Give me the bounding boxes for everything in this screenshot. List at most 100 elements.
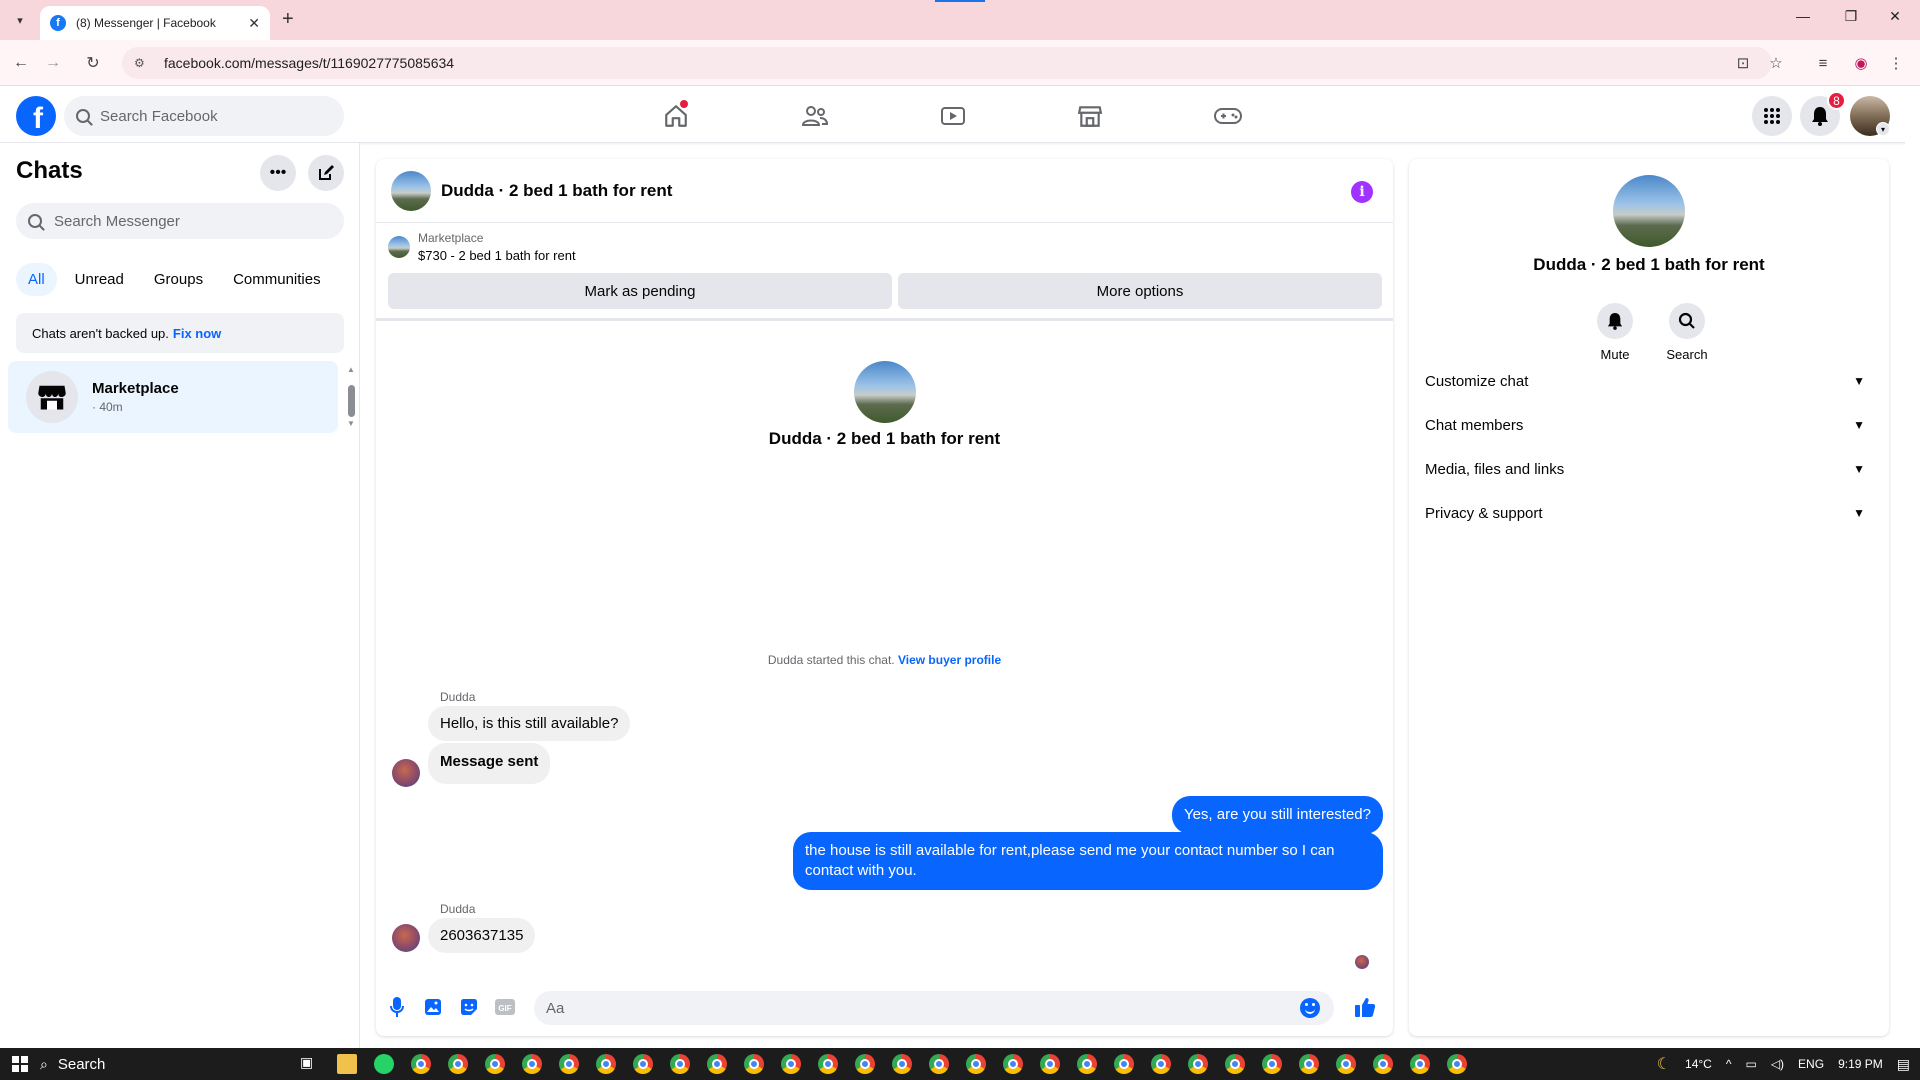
messenger-search-input[interactable]: Search Messenger (16, 203, 344, 239)
url-bar[interactable]: ⚙ facebook.com/messages/t/11690277750856… (122, 47, 1772, 79)
sender-avatar[interactable] (392, 924, 420, 952)
nav-home-icon[interactable] (656, 96, 696, 136)
apps-menu-icon[interactable] (1752, 96, 1792, 136)
weather-temp[interactable]: 14°C (1685, 1057, 1712, 1071)
new-tab-icon[interactable]: + (282, 8, 294, 31)
tab-all[interactable]: All (16, 263, 57, 296)
conversation-avatar[interactable] (391, 170, 431, 211)
facebook-logo-icon[interactable]: f (16, 96, 56, 136)
chrome-icon[interactable] (1188, 1054, 1208, 1074)
chrome-icon[interactable] (485, 1054, 505, 1074)
forward-icon[interactable]: → (40, 50, 66, 76)
chrome-icon[interactable] (892, 1054, 912, 1074)
chat-list-item-marketplace[interactable]: Marketplace · 40m (8, 361, 338, 433)
scroll-up-icon[interactable]: ▲ (347, 365, 355, 374)
taskbar-search[interactable]: ⌕ Search (40, 1048, 105, 1080)
nav-watch-icon[interactable] (933, 96, 973, 136)
bookmark-star-icon[interactable]: ☆ (1765, 52, 1787, 74)
message-input[interactable]: Aa (534, 991, 1334, 1025)
conversation-title[interactable]: Dudda · 2 bed 1 bath for rent (441, 181, 672, 201)
chrome-icon[interactable] (596, 1054, 616, 1074)
whatsapp-icon[interactable] (374, 1054, 394, 1074)
chrome-icon[interactable] (1373, 1054, 1393, 1074)
chrome-icon[interactable] (1336, 1054, 1356, 1074)
chrome-icon[interactable] (1410, 1054, 1430, 1074)
tray-overflow-icon[interactable]: ^ (1726, 1057, 1732, 1071)
chrome-icon[interactable] (744, 1054, 764, 1074)
mute-button[interactable]: Mute (1585, 303, 1645, 362)
close-tab-icon[interactable]: ✕ (248, 15, 260, 32)
back-icon[interactable]: ← (8, 50, 34, 76)
restore-icon[interactable]: ❐ (1836, 8, 1866, 25)
customize-chat-section[interactable]: Customize chat ▼ (1417, 359, 1881, 403)
mark-as-pending-button[interactable]: Mark as pending (388, 273, 892, 309)
chrome-icon[interactable] (633, 1054, 653, 1074)
facebook-search-input[interactable]: Search Facebook (64, 96, 344, 136)
notifications-bell-icon[interactable]: 8 (1800, 91, 1846, 136)
file-explorer-icon[interactable] (337, 1054, 357, 1074)
task-view-icon[interactable]: ▣ (300, 1054, 320, 1074)
network-icon[interactable]: ▭ (1745, 1057, 1756, 1071)
volume-icon[interactable]: ◁) (1771, 1057, 1784, 1071)
browser-menu-icon[interactable]: ⋮ (1885, 52, 1907, 74)
incoming-message[interactable]: Hello, is this still available? (428, 706, 631, 741)
tab-communities[interactable]: Communities (221, 263, 333, 296)
listing-info[interactable]: Marketplace $730 - 2 bed 1 bath for rent (388, 231, 576, 263)
chrome-icon[interactable] (966, 1054, 986, 1074)
incoming-message[interactable]: Message sent (428, 743, 551, 784)
install-app-icon[interactable]: ⊡ (1732, 52, 1754, 74)
chat-list-scrollbar[interactable]: ▲ ▼ (345, 365, 357, 429)
chrome-icon[interactable] (1040, 1054, 1060, 1074)
more-options-button[interactable]: More options (898, 273, 1382, 309)
chrome-icon[interactable] (1225, 1054, 1245, 1074)
tab-groups[interactable]: Groups (142, 263, 215, 296)
profile-icon[interactable]: ◉ (1850, 52, 1872, 74)
minimize-icon[interactable]: — (1788, 8, 1818, 24)
thumbs-up-icon[interactable] (1352, 994, 1378, 1020)
media-files-links-section[interactable]: Media, files and links ▼ (1417, 447, 1881, 491)
chrome-icon[interactable] (1151, 1054, 1171, 1074)
new-message-icon[interactable] (308, 155, 344, 191)
tab-unread[interactable]: Unread (63, 263, 136, 296)
browser-tab[interactable]: f (8) Messenger | Facebook ✕ (40, 6, 270, 40)
chrome-icon[interactable] (707, 1054, 727, 1074)
photo-icon[interactable] (422, 996, 444, 1018)
reload-icon[interactable]: ↻ (80, 50, 106, 76)
fix-now-link[interactable]: Fix now (173, 326, 221, 341)
chrome-icon[interactable] (929, 1054, 949, 1074)
microphone-icon[interactable] (386, 996, 408, 1018)
language-indicator[interactable]: ENG (1798, 1057, 1824, 1071)
chrome-icon[interactable] (411, 1054, 431, 1074)
sender-avatar[interactable] (392, 759, 420, 787)
chrome-icon[interactable] (1003, 1054, 1023, 1074)
chrome-icon[interactable] (1262, 1054, 1282, 1074)
chrome-icon[interactable] (818, 1054, 838, 1074)
chrome-icon[interactable] (522, 1054, 542, 1074)
view-buyer-profile-link[interactable]: View buyer profile (898, 653, 1001, 667)
chrome-icon[interactable] (448, 1054, 468, 1074)
nav-gaming-icon[interactable] (1208, 96, 1248, 136)
outgoing-message[interactable]: the house is still available for rent,pl… (793, 832, 1383, 890)
outgoing-message[interactable]: Yes, are you still interested? (1171, 796, 1383, 834)
nav-marketplace-icon[interactable] (1070, 96, 1110, 136)
privacy-support-section[interactable]: Privacy & support ▼ (1417, 491, 1881, 535)
chrome-icon[interactable] (1447, 1054, 1467, 1074)
media-controls-icon[interactable]: ≡ (1812, 52, 1834, 74)
clock[interactable]: 9:19 PM (1838, 1057, 1883, 1071)
chrome-icon[interactable] (1114, 1054, 1134, 1074)
chrome-icon[interactable] (559, 1054, 579, 1074)
chat-members-section[interactable]: Chat members ▼ (1417, 403, 1881, 447)
scroll-down-icon[interactable]: ▼ (347, 419, 355, 428)
nav-friends-icon[interactable] (795, 96, 835, 136)
conversation-info-icon[interactable]: i (1351, 181, 1373, 203)
account-chevron-icon[interactable]: ▾ (1876, 122, 1890, 136)
weather-moon-icon[interactable]: ☾ (1657, 1054, 1671, 1074)
incoming-message[interactable]: 2603637135 (428, 918, 536, 953)
chrome-icon[interactable] (1299, 1054, 1319, 1074)
scroll-thumb[interactable] (348, 385, 355, 417)
window-close-icon[interactable]: ✕ (1880, 8, 1910, 25)
tab-search-dropdown-icon[interactable]: ▾ (8, 8, 32, 32)
site-settings-icon[interactable]: ⚙ (134, 56, 152, 70)
gif-icon[interactable]: GIF (494, 996, 516, 1018)
search-in-chat-button[interactable]: Search (1657, 303, 1717, 362)
